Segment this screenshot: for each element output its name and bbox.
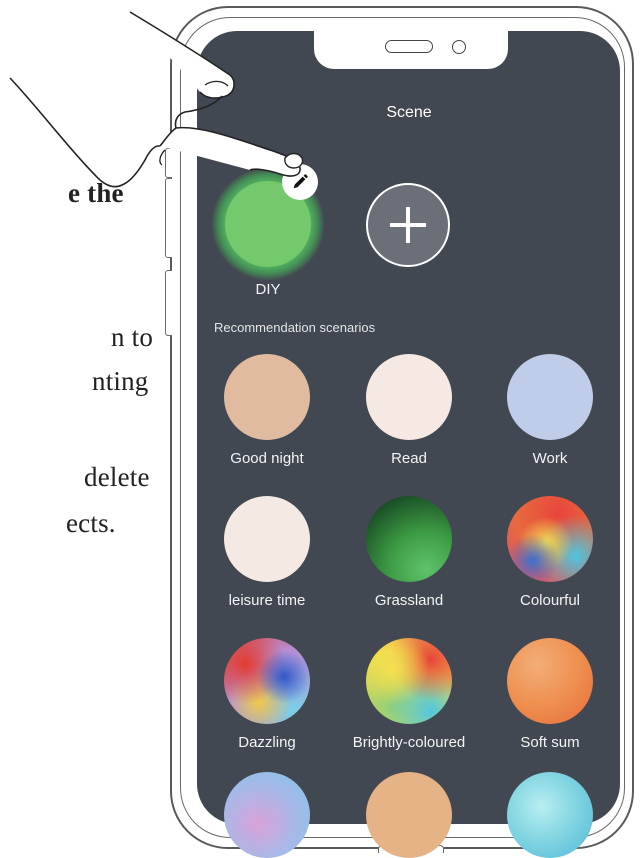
custom-section-label: Custo [214, 149, 248, 164]
scene-work-button[interactable] [507, 354, 593, 440]
scene-colourful-label: Colourful [519, 592, 581, 609]
scene-work-label: Work [532, 450, 568, 467]
scene-dazzling-label: Dazzling [238, 734, 296, 751]
scene-good-night-button[interactable] [224, 354, 310, 440]
manual-text-line-2: n to [111, 322, 154, 352]
phone-side-button-3 [165, 270, 172, 336]
scene-read-button[interactable] [366, 354, 452, 440]
scene-read-label: Read [391, 450, 427, 467]
manual-text-line-5: ects. [66, 508, 116, 538]
scene-dazzling-button[interactable] [224, 638, 310, 724]
scene-grassland-label: Grassland [374, 592, 444, 609]
scene-brightly-coloured-label: Brightly-coloured [352, 734, 466, 751]
manual-text-line-1: e the [68, 178, 124, 208]
manual-text-line-3: nting [92, 366, 149, 396]
scene-soft-sum-button[interactable] [507, 638, 593, 724]
add-scene-button[interactable] [366, 183, 450, 267]
plus-icon [390, 207, 426, 243]
scene-leisure-time-button[interactable] [224, 496, 310, 582]
scene-row4-2-button[interactable] [366, 772, 452, 858]
speaker-icon [385, 40, 433, 53]
diy-scene-label: DIY [255, 281, 281, 298]
edit-scene-button[interactable] [282, 164, 318, 200]
camera-icon [452, 40, 466, 54]
scene-soft-sum-label: Soft sum [520, 734, 580, 751]
recommendation-section-label: Recommendation scenarios [214, 320, 376, 335]
scene-grassland-button[interactable] [366, 496, 452, 582]
scene-colourful-button[interactable] [507, 496, 593, 582]
pencil-icon [293, 174, 308, 189]
manual-text-line-4: delete [84, 462, 150, 492]
scene-row4-1-button[interactable] [224, 772, 310, 858]
scene-brightly-coloured-button[interactable] [366, 638, 452, 724]
phone-side-button-1 [165, 148, 172, 178]
scene-leisure-time-label: leisure time [228, 592, 306, 609]
scene-good-night-label: Good night [230, 450, 304, 467]
phone-side-button-2 [165, 178, 172, 258]
page-title: Scene [386, 104, 432, 121]
scene-row4-3-button[interactable] [507, 772, 593, 858]
